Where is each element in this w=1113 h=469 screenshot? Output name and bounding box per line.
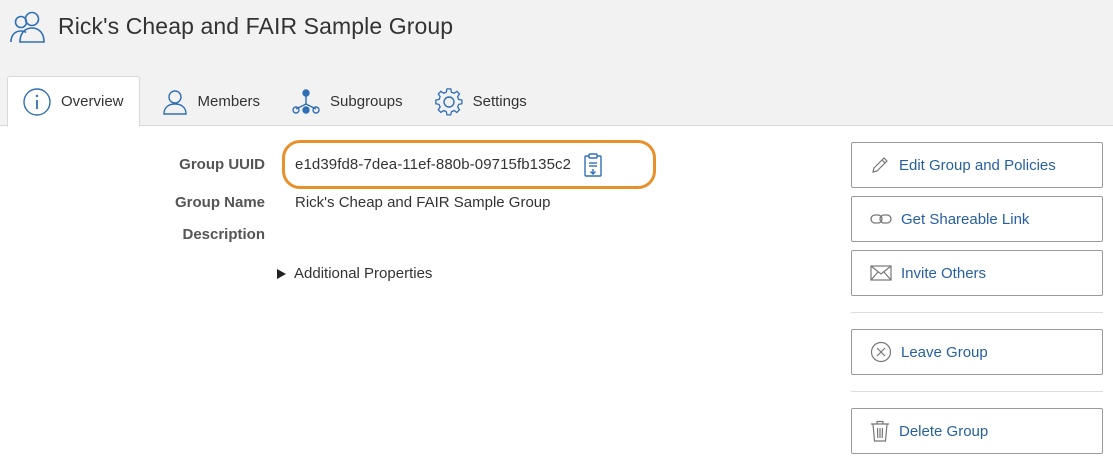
invite-others-label: Invite Others <box>901 264 987 282</box>
tab-subgroups-label: Subgroups <box>330 93 403 110</box>
action-divider <box>851 391 1103 392</box>
tab-subgroups[interactable]: Subgroups <box>276 76 419 126</box>
tab-overview[interactable]: Overview <box>7 76 140 127</box>
pencil-icon <box>872 157 888 173</box>
gear-icon <box>434 87 463 116</box>
additional-properties-label: Additional Properties <box>294 265 433 282</box>
additional-properties-toggle[interactable]: Additional Properties <box>277 265 432 282</box>
info-circle-icon <box>23 87 51 116</box>
action-divider <box>851 312 1103 313</box>
leave-group-label: Leave Group <box>901 343 988 361</box>
invite-others-button[interactable]: Invite Others <box>851 250 1103 296</box>
page-header: Rick's Cheap and FAIR Sample Group Overv… <box>0 0 1113 127</box>
page-title: Rick's Cheap and FAIR Sample Group <box>58 12 454 39</box>
tab-members[interactable]: Members <box>140 76 277 126</box>
tab-settings[interactable]: Settings <box>419 76 543 126</box>
delete-group-label: Delete Group <box>899 422 989 440</box>
copy-clipboard-icon[interactable] <box>583 152 603 178</box>
tab-overview-label: Overview <box>61 93 124 110</box>
edit-group-button[interactable]: Edit Group and Policies <box>851 142 1103 188</box>
get-shareable-link-button[interactable]: Get Shareable Link <box>851 196 1103 242</box>
uuid-value: e1d39fd8-7dea-11ef-880b-09715fb135c2 <box>295 156 572 173</box>
tab-members-label: Members <box>197 93 261 110</box>
description-label: Description <box>182 226 265 243</box>
tab-bar: Overview Members Subgroups Settings <box>7 76 543 127</box>
expand-triangle-icon <box>277 268 286 279</box>
shareable-link-label: Get Shareable Link <box>901 210 1030 228</box>
envelope-icon <box>870 265 892 281</box>
title-row: Rick's Cheap and FAIR Sample Group <box>8 6 453 46</box>
leave-group-button[interactable]: Leave Group <box>851 329 1103 375</box>
delete-group-button[interactable]: Delete Group <box>851 408 1103 454</box>
group-users-icon <box>8 8 48 44</box>
group-name-value: Rick's Cheap and FAIR Sample Group <box>295 194 551 211</box>
tab-settings-label: Settings <box>472 93 527 110</box>
user-icon <box>162 89 187 115</box>
edit-group-label: Edit Group and Policies <box>899 156 1056 174</box>
link-icon <box>870 214 892 224</box>
subgroups-tree-icon <box>292 88 320 114</box>
uuid-label: Group UUID <box>179 156 265 173</box>
group-name-label: Group Name <box>174 194 265 211</box>
circle-x-icon <box>870 341 892 363</box>
uuid-highlight: e1d39fd8-7dea-11ef-880b-09715fb135c2 <box>282 140 656 189</box>
trash-icon <box>871 420 889 442</box>
